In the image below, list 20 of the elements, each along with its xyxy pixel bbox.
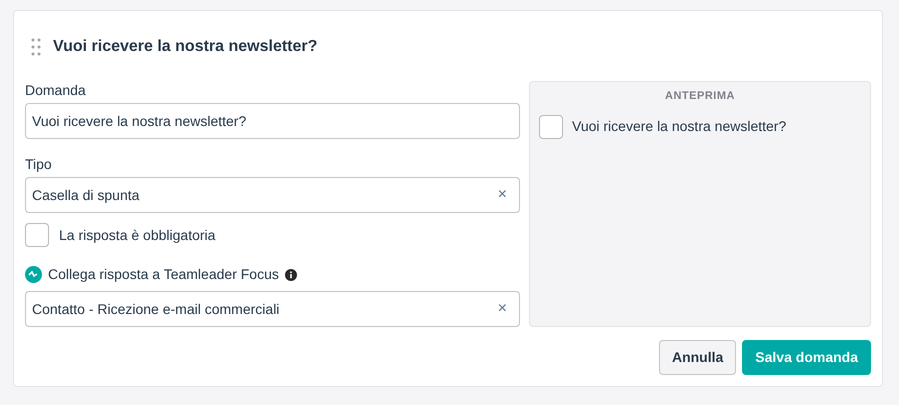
question-input[interactable]: Vuoi ricevere la nostra newsletter? — [25, 103, 520, 139]
clear-button[interactable]: × — [498, 183, 513, 207]
type-select[interactable]: Casella di spunta × — [25, 177, 520, 213]
card-title: Vuoi ricevere la nostra newsletter? — [53, 37, 318, 57]
field-label: Domanda — [25, 81, 87, 99]
field-select[interactable]: Contatto - Ricezione e-mail commerciali × — [25, 291, 520, 327]
cancel-button[interactable]: Annulla — [658, 340, 736, 375]
checkbox[interactable] — [539, 114, 563, 138]
selected-value: Contatto - Ricezione e-mail commerciali — [32, 300, 280, 318]
checkbox[interactable] — [25, 223, 49, 247]
checkbox-label: La risposta è obbligatoria — [59, 226, 216, 245]
integration-logo-icon — [25, 266, 42, 283]
preview-title: ANTEPRIMA — [665, 89, 735, 104]
field-label: Tipo — [25, 155, 53, 173]
info-icon[interactable] — [284, 268, 297, 280]
field-label: Collega risposta a Teamleader Focus — [48, 265, 279, 284]
checkbox-label: Vuoi ricevere la nostra newsletter? — [572, 117, 786, 136]
selected-value: Casella di spunta — [32, 186, 140, 205]
drag-handle-icon[interactable] — [31, 38, 41, 56]
clear-button[interactable]: × — [498, 297, 513, 321]
